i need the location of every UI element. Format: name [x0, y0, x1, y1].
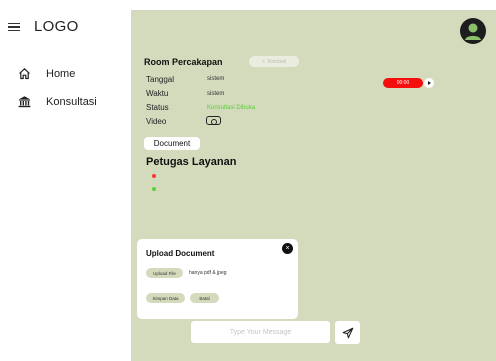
status-value: Konsultasi Dibuka — [207, 105, 256, 111]
tanggal-value: sistem — [207, 76, 225, 82]
main-panel: Room Percakapan < Kembali Tanggal sistem… — [131, 10, 496, 361]
sidebar-item-label: Konsultasi — [46, 95, 97, 108]
status-dot-green — [152, 187, 156, 191]
user-icon — [465, 23, 481, 40]
upload-document-card: Upload Document × Upload File hanya pdf … — [137, 239, 298, 319]
bank-icon — [18, 96, 31, 108]
tanggal-label: Tanggal — [146, 75, 175, 84]
logo-text: LOGO — [34, 18, 79, 35]
app-root: LOGO Home Konsultasi Room Percakapan < K… — [0, 0, 496, 361]
timer-badge: 00:00 — [383, 78, 423, 88]
simpan-data-button[interactable]: Simpan Data — [146, 293, 185, 303]
upload-title: Upload Document — [146, 249, 215, 258]
video-camera-icon[interactable] — [206, 116, 221, 125]
menu-icon[interactable] — [8, 22, 20, 32]
petugas-title: Petugas Layanan — [146, 156, 237, 168]
close-icon[interactable]: × — [282, 243, 293, 254]
send-icon — [342, 327, 353, 338]
play-icon[interactable] — [424, 78, 434, 88]
back-button-label: Kembali — [267, 58, 286, 65]
sidebar-item-konsultasi[interactable]: Konsultasi — [18, 95, 97, 108]
avatar[interactable] — [460, 18, 486, 44]
waktu-value: sistem — [207, 91, 225, 97]
room-title: Room Percakapan — [144, 57, 223, 67]
batal-button[interactable]: Batal — [190, 293, 219, 303]
logo-row: LOGO — [8, 18, 79, 35]
video-label: Video — [146, 117, 167, 126]
status-label: Status — [146, 103, 169, 112]
chevron-left-icon: < — [262, 58, 265, 65]
sidebar-item-home[interactable]: Home — [18, 67, 75, 80]
upload-file-button[interactable]: Upload File — [146, 268, 183, 278]
home-icon — [19, 68, 30, 80]
message-input[interactable] — [191, 321, 330, 343]
sidebar: LOGO Home Konsultasi — [0, 0, 131, 361]
back-button[interactable]: < Kembali — [249, 56, 299, 67]
document-button[interactable]: Document — [144, 137, 200, 150]
send-button[interactable] — [335, 321, 360, 344]
file-hint: hanya pdf & jpeg — [189, 270, 227, 276]
sidebar-item-label: Home — [46, 67, 76, 80]
status-dot-red — [152, 174, 156, 178]
waktu-label: Waktu — [146, 89, 169, 98]
